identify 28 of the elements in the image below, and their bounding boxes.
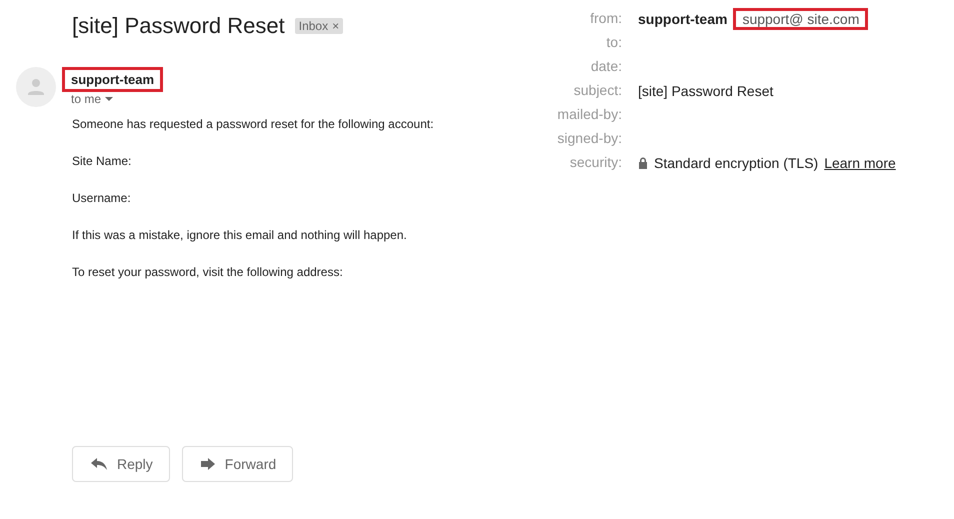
avatar-icon	[16, 67, 56, 107]
security-text: Standard encryption (TLS)	[654, 154, 818, 170]
detail-label: date:	[590, 58, 622, 75]
recipient-dropdown[interactable]: to me	[62, 92, 164, 106]
sender-name: support-team	[638, 10, 728, 26]
reply-button[interactable]: Reply	[72, 446, 170, 482]
detail-value: [site] Password Reset	[638, 82, 774, 98]
forward-arrow-icon	[200, 458, 215, 470]
detail-label: from:	[589, 10, 622, 27]
message-paragraph: Username:	[72, 191, 132, 205]
email-subject: [site] Password Reset	[72, 13, 285, 39]
detail-label: mailed-by:	[556, 106, 622, 123]
detail-label: signed-by:	[556, 130, 622, 147]
message-paragraph: To reset your password, visit the following address:	[72, 265, 344, 279]
sender-address: support@ site.com	[733, 8, 868, 30]
lock-icon	[638, 156, 648, 168]
message-paragraph: Someone has requested a password reset for the following account:	[72, 117, 435, 131]
sender-name: support-team	[62, 67, 164, 92]
forward-button[interactable]: Forward	[182, 446, 294, 482]
message-paragraph: Site Name:	[72, 154, 132, 168]
inbox-label[interactable]: Inbox ×	[294, 18, 344, 34]
learn-more-link[interactable]: Learn more	[824, 154, 896, 170]
reply-icon	[91, 458, 107, 470]
message-paragraph: If this was a mistake, ignore this email and nothing will happen.	[72, 228, 408, 242]
detail-label: security:	[568, 154, 622, 171]
detail-label: to:	[605, 34, 622, 51]
detail-label: subject:	[572, 82, 622, 99]
caret-icon	[105, 97, 114, 101]
